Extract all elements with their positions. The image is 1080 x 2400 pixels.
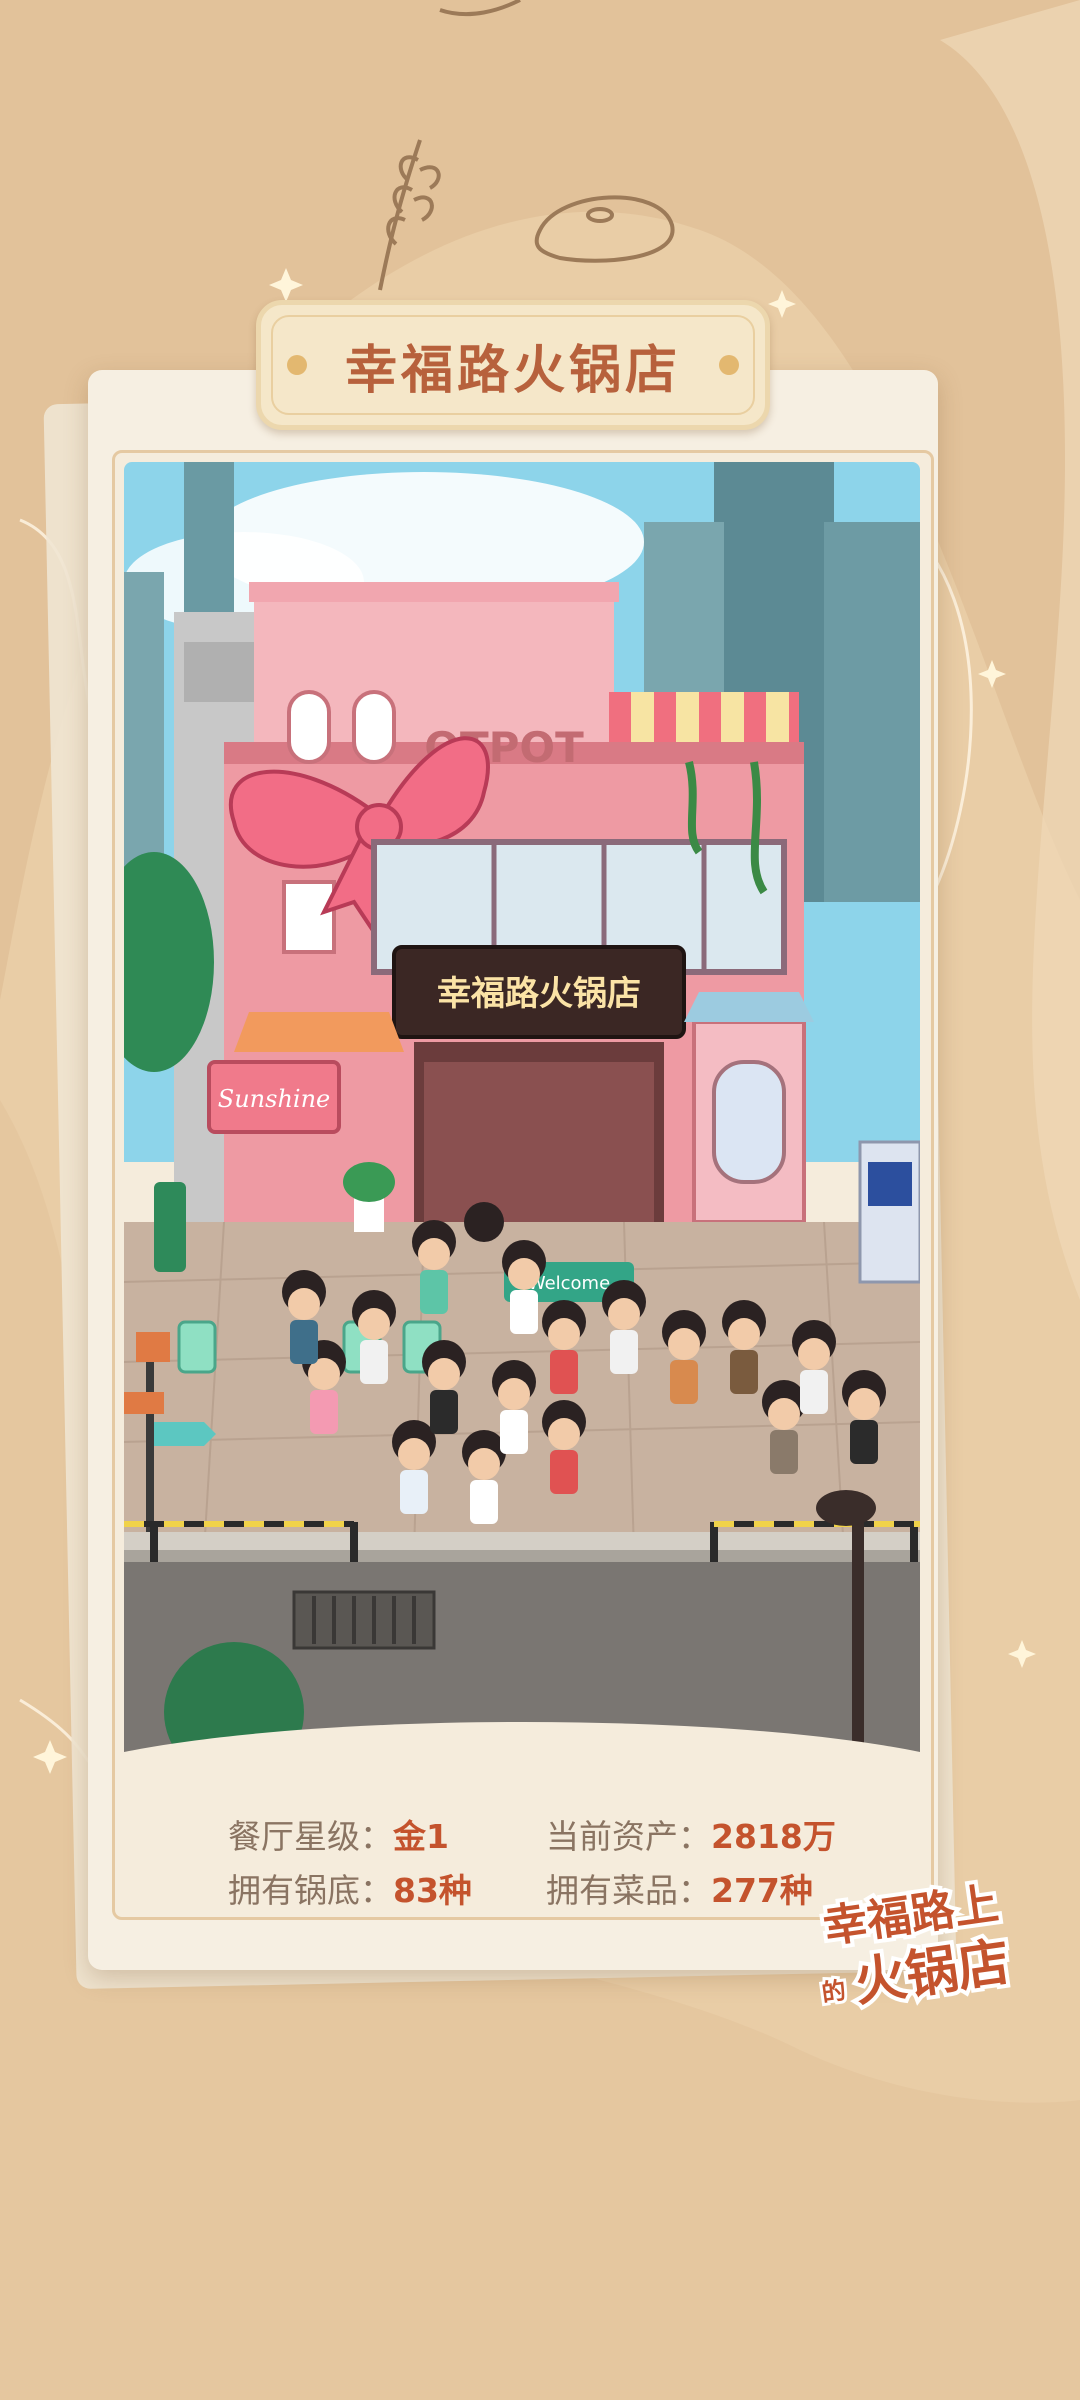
page-title: 幸福路火锅店 bbox=[344, 340, 681, 401]
stat-star-level: 餐厅星级：金1 bbox=[228, 1817, 449, 1856]
stat-label: 餐厅星级 bbox=[228, 1817, 360, 1856]
stat-value: 83种 bbox=[393, 1871, 472, 1910]
shop-sign: 幸福路火锅店 bbox=[437, 974, 641, 1014]
stat-label: 拥有锅底 bbox=[228, 1871, 360, 1910]
stat-value: 金1 bbox=[393, 1817, 449, 1856]
stat-label: 拥有菜品 bbox=[546, 1871, 678, 1910]
stat-assets: 当前资产：2818万 bbox=[546, 1817, 836, 1856]
restaurant-scene: OTPOT 幸福路火锅店 Sunshine Welcome bbox=[124, 462, 920, 1772]
stat-soup-bases: 拥有锅底：83种 bbox=[228, 1871, 472, 1910]
stat-dishes: 拥有菜品：277种 bbox=[546, 1871, 813, 1910]
stat-value: 2818万 bbox=[711, 1817, 836, 1856]
title-plaque: 幸福路火锅店 bbox=[256, 300, 770, 430]
logo-small: 的 bbox=[820, 1976, 848, 2007]
cafe-sign: Sunshine bbox=[218, 1085, 330, 1113]
stat-label: 当前资产 bbox=[546, 1817, 678, 1856]
stat-value: 277种 bbox=[711, 1871, 813, 1910]
game-logo: 幸福路上 的 火锅店 bbox=[816, 1874, 1017, 2017]
